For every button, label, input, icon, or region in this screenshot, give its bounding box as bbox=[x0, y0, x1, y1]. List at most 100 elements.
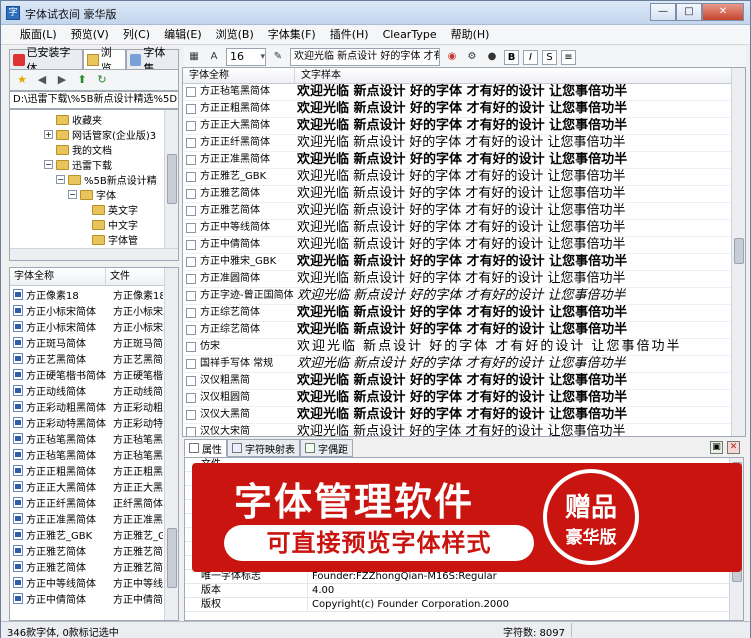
row-checkbox[interactable] bbox=[186, 240, 196, 250]
tree-node[interactable]: − 字体 bbox=[68, 187, 116, 202]
list-item[interactable]: 方正斑马简体 方正斑马简 bbox=[10, 334, 166, 350]
back-icon[interactable]: ◀ bbox=[34, 72, 50, 88]
bold-button[interactable]: B bbox=[504, 49, 519, 65]
sample-text-input[interactable]: 欢迎光临 新点设计 好的字体 才有好 bbox=[290, 48, 440, 66]
menu-preview[interactable]: 预览(V) bbox=[64, 26, 116, 44]
col-header-fullname[interactable]: 字体全称 bbox=[183, 68, 295, 83]
tree-node[interactable]: 字体管 bbox=[92, 232, 138, 247]
list-item[interactable]: 方正彩动特黑简体 方正彩动特 bbox=[10, 414, 166, 430]
list-item[interactable]: 方正艺黑简体 方正艺黑简 bbox=[10, 350, 166, 366]
list-item[interactable]: 方正像素18 方正像素18 bbox=[10, 286, 166, 302]
menu-plugins[interactable]: 插件(H) bbox=[323, 26, 376, 44]
strike-button[interactable]: S bbox=[542, 49, 557, 65]
menu-columns[interactable]: 列(C) bbox=[116, 26, 157, 44]
tree-node[interactable]: 收藏夹 bbox=[56, 112, 102, 127]
row-checkbox[interactable] bbox=[186, 104, 196, 114]
table-row[interactable]: 方正中等线简体 欢迎光临 新点设计 好的字体 才有好的设计 让您事倍功半 bbox=[183, 220, 733, 237]
property-row[interactable]: 唯一字体标志 Founder:FZZhongQian-M16S:Regular bbox=[185, 570, 731, 584]
table-row[interactable]: 方正正纤黑简体 欢迎光临 新点设计 好的字体 才有好的设计 让您事倍功半 bbox=[183, 135, 733, 152]
minimize-button[interactable]: — bbox=[650, 3, 676, 21]
tree-node[interactable]: − %5B新点设计精 bbox=[56, 172, 157, 187]
palette-icon[interactable]: ● bbox=[484, 49, 500, 65]
list-item[interactable]: 方正雅艺_GBK 方正雅艺_G bbox=[10, 526, 166, 542]
row-checkbox[interactable] bbox=[186, 206, 196, 216]
table-row[interactable]: 方正雅艺_GBK 欢迎光临 新点设计 好的字体 才有好的设计 让您事倍功半 bbox=[183, 169, 733, 186]
table-row[interactable]: 方正综艺简体 欢迎光临 新点设计 好的字体 才有好的设计 让您事倍功半 bbox=[183, 322, 733, 339]
row-checkbox[interactable] bbox=[186, 274, 196, 284]
list-item[interactable]: 方正小标宋简体 方正小标宋 bbox=[10, 302, 166, 318]
table-row[interactable]: 方正中雅宋_GBK 欢迎光临 新点设计 好的字体 才有好的设计 让您事倍功半 bbox=[183, 254, 733, 271]
list-item[interactable]: 方正中倩简体 方正中倩简 bbox=[10, 590, 166, 606]
row-checkbox[interactable] bbox=[186, 121, 196, 131]
list-item[interactable]: 方正小标宋简体 方正小标宋 bbox=[10, 318, 166, 334]
tab-browse[interactable]: 浏览 bbox=[83, 46, 126, 75]
refresh-icon[interactable]: ↻ bbox=[94, 72, 110, 88]
list-item[interactable]: 方正正粗黑简体 方正正粗黑 bbox=[10, 462, 166, 478]
font-size-select[interactable]: 16 ▾ bbox=[226, 48, 266, 66]
tree-node[interactable]: 中文字 bbox=[92, 217, 138, 232]
table-row[interactable]: 汉仪大宋简 欢迎光临 新点设计 好的字体 才有好的设计 让您事倍功半 bbox=[183, 424, 733, 436]
col-header-file[interactable]: 文件 bbox=[106, 268, 166, 285]
row-checkbox[interactable] bbox=[186, 172, 196, 182]
table-row[interactable]: 国祥手写体 常规 欢迎光临 新点设计 好的字体 才有好的设计 让您事倍功半 bbox=[183, 356, 733, 373]
col-header-fullname[interactable]: 字体全称 bbox=[10, 268, 106, 285]
table-row[interactable]: 方正雅艺简体 欢迎光临 新点设计 好的字体 才有好的设计 让您事倍功半 bbox=[183, 186, 733, 203]
tree-hscrollbar[interactable] bbox=[10, 248, 178, 260]
row-checkbox[interactable] bbox=[186, 393, 196, 403]
list-item[interactable]: 方正雅艺简体 方正雅艺简 bbox=[10, 558, 166, 574]
table-row[interactable]: 仿宋 欢迎光临 新点设计 好的字体 才有好的设计 让您事倍功半 bbox=[183, 339, 733, 356]
menu-edit[interactable]: 编辑(E) bbox=[157, 26, 209, 44]
expand-icon[interactable]: + bbox=[44, 130, 53, 139]
table-row[interactable]: 方正正粗黑简体 欢迎光临 新点设计 好的字体 才有好的设计 让您事倍功半 bbox=[183, 101, 733, 118]
table-row[interactable]: 方正雅艺简体 欢迎光临 新点设计 好的字体 才有好的设计 让您事倍功半 bbox=[183, 203, 733, 220]
menu-browse[interactable]: 浏览(B) bbox=[209, 26, 261, 44]
col-header-sample[interactable]: 文字样本 bbox=[295, 68, 341, 83]
forward-icon[interactable]: ▶ bbox=[54, 72, 70, 88]
row-checkbox[interactable] bbox=[186, 257, 196, 267]
table-row[interactable]: 方正中倩简体 欢迎光临 新点设计 好的字体 才有好的设计 让您事倍功半 bbox=[183, 237, 733, 254]
tab-font-set[interactable]: 字体集 bbox=[125, 46, 179, 75]
table-row[interactable]: 汉仪粗黑简 欢迎光临 新点设计 好的字体 才有好的设计 让您事倍功半 bbox=[183, 373, 733, 390]
row-checkbox[interactable] bbox=[186, 308, 196, 318]
collapse-icon[interactable]: − bbox=[68, 190, 77, 199]
color-picker-icon[interactable]: ◉ bbox=[444, 49, 460, 65]
table-row[interactable]: 方正准圆简体 欢迎光临 新点设计 好的字体 才有好的设计 让您事倍功半 bbox=[183, 271, 733, 288]
row-checkbox[interactable] bbox=[186, 342, 196, 352]
list-item[interactable]: 方正中等线简体 方正中等线 bbox=[10, 574, 166, 590]
table-row[interactable]: 方正正准黑简体 欢迎光临 新点设计 好的字体 才有好的设计 让您事倍功半 bbox=[183, 152, 733, 169]
list-scrollbar[interactable] bbox=[164, 268, 178, 620]
row-checkbox[interactable] bbox=[186, 291, 196, 301]
italic-button[interactable]: I bbox=[523, 49, 538, 65]
list-item[interactable]: 方正毡笔黑简体 方正毡笔黑 bbox=[10, 446, 166, 462]
list-item[interactable]: 方正毡笔黑简体 方正毡笔黑 bbox=[10, 430, 166, 446]
table-row[interactable]: 汉仪粗圆简 欢迎光临 新点设计 好的字体 才有好的设计 让您事倍功半 bbox=[183, 390, 733, 407]
tree-node[interactable]: − 迅雷下载 bbox=[44, 157, 112, 172]
list-item[interactable]: 方正正准黑简体 方正正准黑 bbox=[10, 510, 166, 526]
row-checkbox[interactable] bbox=[186, 376, 196, 386]
list-item[interactable]: 方正雅艺简体 方正雅艺简 bbox=[10, 542, 166, 558]
list-item[interactable]: 方正正纤黑简体 正纤黑简体 bbox=[10, 494, 166, 510]
row-checkbox[interactable] bbox=[186, 427, 196, 436]
tab-char-map[interactable]: 字符映射表 bbox=[227, 439, 300, 457]
row-checkbox[interactable] bbox=[186, 87, 196, 97]
row-checkbox[interactable] bbox=[186, 325, 196, 335]
view-options-icon[interactable]: ⚙ bbox=[464, 49, 480, 65]
tree-node[interactable]: + 网话管家(企业版)3 bbox=[44, 127, 156, 142]
menu-cleartype[interactable]: ClearType bbox=[376, 26, 444, 44]
favorite-star-icon[interactable]: ★ bbox=[14, 72, 30, 88]
grid-view-icon[interactable]: ▦ bbox=[186, 49, 202, 65]
tree-scrollbar[interactable] bbox=[164, 110, 178, 260]
list-item[interactable]: 方正正大黑简体 方正正大黑 bbox=[10, 478, 166, 494]
row-checkbox[interactable] bbox=[186, 223, 196, 233]
close-button[interactable]: ✕ bbox=[702, 3, 744, 21]
tab-kerning[interactable]: 字偶距 bbox=[300, 439, 353, 457]
close-panel-icon[interactable]: ✕ bbox=[727, 441, 740, 454]
tab-properties[interactable]: 属性 bbox=[184, 439, 227, 457]
maximize-button[interactable]: □ bbox=[676, 3, 702, 21]
grid-scrollbar[interactable] bbox=[731, 68, 745, 436]
menu-help[interactable]: 帮助(H) bbox=[444, 26, 497, 44]
menu-layout[interactable]: 版面(L) bbox=[13, 26, 64, 44]
list-item[interactable]: 方正彩动粗黑简体 方正彩动粗 bbox=[10, 398, 166, 414]
table-row[interactable]: 汉仪大黑简 欢迎光临 新点设计 好的字体 才有好的设计 让您事倍功半 bbox=[183, 407, 733, 424]
row-checkbox[interactable] bbox=[186, 155, 196, 165]
